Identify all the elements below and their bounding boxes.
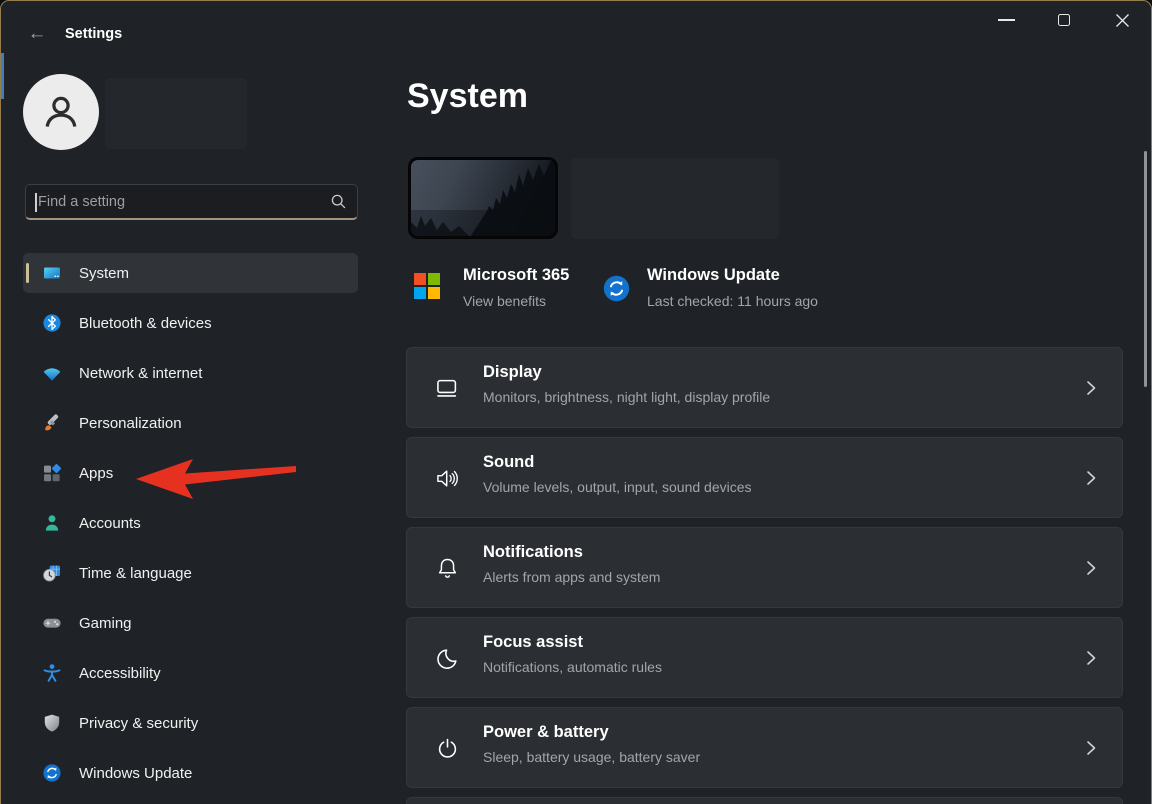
close-button[interactable] <box>1093 1 1151 39</box>
sidebar-item-apps[interactable]: Apps <box>23 453 358 493</box>
back-icon[interactable]: ← <box>23 21 51 47</box>
wifi-icon <box>42 363 62 383</box>
clock-language-icon <box>42 563 62 583</box>
last-checked-text: Last checked: 11 hours ago <box>647 293 818 309</box>
avatar[interactable] <box>23 74 99 150</box>
chevron-right-icon <box>1082 558 1100 578</box>
sidebar-item-accessibility[interactable]: Accessibility <box>23 653 358 693</box>
ms-logo-yellow-square <box>428 287 440 299</box>
moon-icon <box>434 645 461 672</box>
update-icon <box>42 763 62 783</box>
scrollbar-thumb[interactable] <box>1144 151 1147 387</box>
settings-card-display[interactable]: Display Monitors, brightness, night ligh… <box>406 347 1123 428</box>
chevron-right-icon <box>1082 738 1100 758</box>
minimize-button[interactable] <box>977 1 1035 39</box>
shield-icon <box>42 713 62 733</box>
microsoft-logo-icon <box>414 273 440 299</box>
settings-card-focus-assist[interactable]: Focus assist Notifications, automatic ru… <box>406 617 1123 698</box>
device-name-placeholder <box>571 158 779 239</box>
search-icon <box>330 193 347 210</box>
page-title: System <box>407 77 528 116</box>
settings-card-sound[interactable]: Sound Volume levels, output, input, soun… <box>406 437 1123 518</box>
card-subtitle: Notifications, automatic rules <box>483 659 662 675</box>
sidebar-item-label: Accounts <box>79 515 141 532</box>
sidebar-item-label: Accessibility <box>79 665 161 682</box>
settings-list: Display Monitors, brightness, night ligh… <box>406 347 1123 804</box>
minimize-icon <box>998 19 1015 21</box>
maximize-button[interactable] <box>1035 1 1093 39</box>
search-input[interactable] <box>38 185 318 218</box>
chevron-right-icon <box>1082 468 1100 488</box>
system-icon <box>42 263 62 283</box>
sidebar-item-network-internet[interactable]: Network & internet <box>23 353 358 393</box>
window-title: Settings <box>65 26 122 42</box>
card-title: Power & battery <box>483 723 609 742</box>
sidebar-item-label: Bluetooth & devices <box>79 315 212 332</box>
bell-icon <box>434 555 461 582</box>
sidebar-item-label: Personalization <box>79 415 182 432</box>
sidebar-item-gaming[interactable]: Gaming <box>23 603 358 643</box>
windows-update-status-icon <box>603 275 630 302</box>
text-cursor <box>35 193 37 212</box>
power-icon <box>434 735 461 762</box>
paintbrush-icon <box>42 413 62 433</box>
display-icon <box>434 375 461 402</box>
sidebar-item-label: Privacy & security <box>79 715 198 732</box>
username-placeholder <box>105 78 247 149</box>
maximize-icon <box>1058 14 1070 26</box>
window-controls <box>977 1 1151 39</box>
search-box[interactable] <box>25 184 358 220</box>
card-title: Display <box>483 363 542 382</box>
user-icon <box>38 89 84 135</box>
desktop-preview-image <box>408 157 558 239</box>
chevron-right-icon <box>1082 378 1100 398</box>
sidebar-item-label: Apps <box>79 465 113 482</box>
settings-card-partial[interactable] <box>406 797 1123 804</box>
sidebar-item-time-language[interactable]: Time & language <box>23 553 358 593</box>
sidebar-item-privacy-security[interactable]: Privacy & security <box>23 703 358 743</box>
sidebar-nav: System Bluetooth & devices Network & int… <box>23 253 358 803</box>
ms-logo-green-square <box>428 273 440 285</box>
settings-card-power-battery[interactable]: Power & battery Sleep, battery usage, ba… <box>406 707 1123 788</box>
selected-indicator-pill <box>26 263 29 283</box>
card-subtitle: Volume levels, output, input, sound devi… <box>483 479 752 495</box>
ms-logo-blue-square <box>414 287 426 299</box>
sound-icon <box>434 465 461 492</box>
sidebar-item-label: Time & language <box>79 565 192 582</box>
sidebar-item-label: Windows Update <box>79 765 192 782</box>
card-subtitle: Sleep, battery usage, battery saver <box>483 749 700 765</box>
view-benefits-link[interactable]: View benefits <box>463 293 546 309</box>
background-window-edge <box>1 53 4 99</box>
gamepad-icon <box>42 613 62 633</box>
chevron-right-icon <box>1082 648 1100 668</box>
person-icon <box>42 513 62 533</box>
close-icon <box>1115 13 1130 28</box>
card-subtitle: Monitors, brightness, night light, displ… <box>483 389 770 405</box>
sidebar-item-label: Network & internet <box>79 365 202 382</box>
card-title: Sound <box>483 453 534 472</box>
card-subtitle: Alerts from apps and system <box>483 569 660 585</box>
settings-window: ← Settings System <box>0 0 1152 804</box>
sidebar-item-bluetooth-devices[interactable]: Bluetooth & devices <box>23 303 358 343</box>
accessibility-icon <box>42 663 62 683</box>
settings-card-notifications[interactable]: Notifications Alerts from apps and syste… <box>406 527 1123 608</box>
forest-illustration <box>411 160 555 236</box>
card-title: Notifications <box>483 543 583 562</box>
sidebar-item-label: Gaming <box>79 615 132 632</box>
bluetooth-icon <box>42 313 62 333</box>
microsoft-365-title: Microsoft 365 <box>463 266 569 285</box>
sidebar-item-windows-update[interactable]: Windows Update <box>23 753 358 793</box>
card-title: Focus assist <box>483 633 583 652</box>
windows-update-status-title[interactable]: Windows Update <box>647 266 780 285</box>
ms-logo-red-square <box>414 273 426 285</box>
sidebar-item-personalization[interactable]: Personalization <box>23 403 358 443</box>
sidebar-item-accounts[interactable]: Accounts <box>23 503 358 543</box>
apps-icon <box>42 463 62 483</box>
sidebar-item-label: System <box>79 265 129 282</box>
sidebar-item-system[interactable]: System <box>23 253 358 293</box>
